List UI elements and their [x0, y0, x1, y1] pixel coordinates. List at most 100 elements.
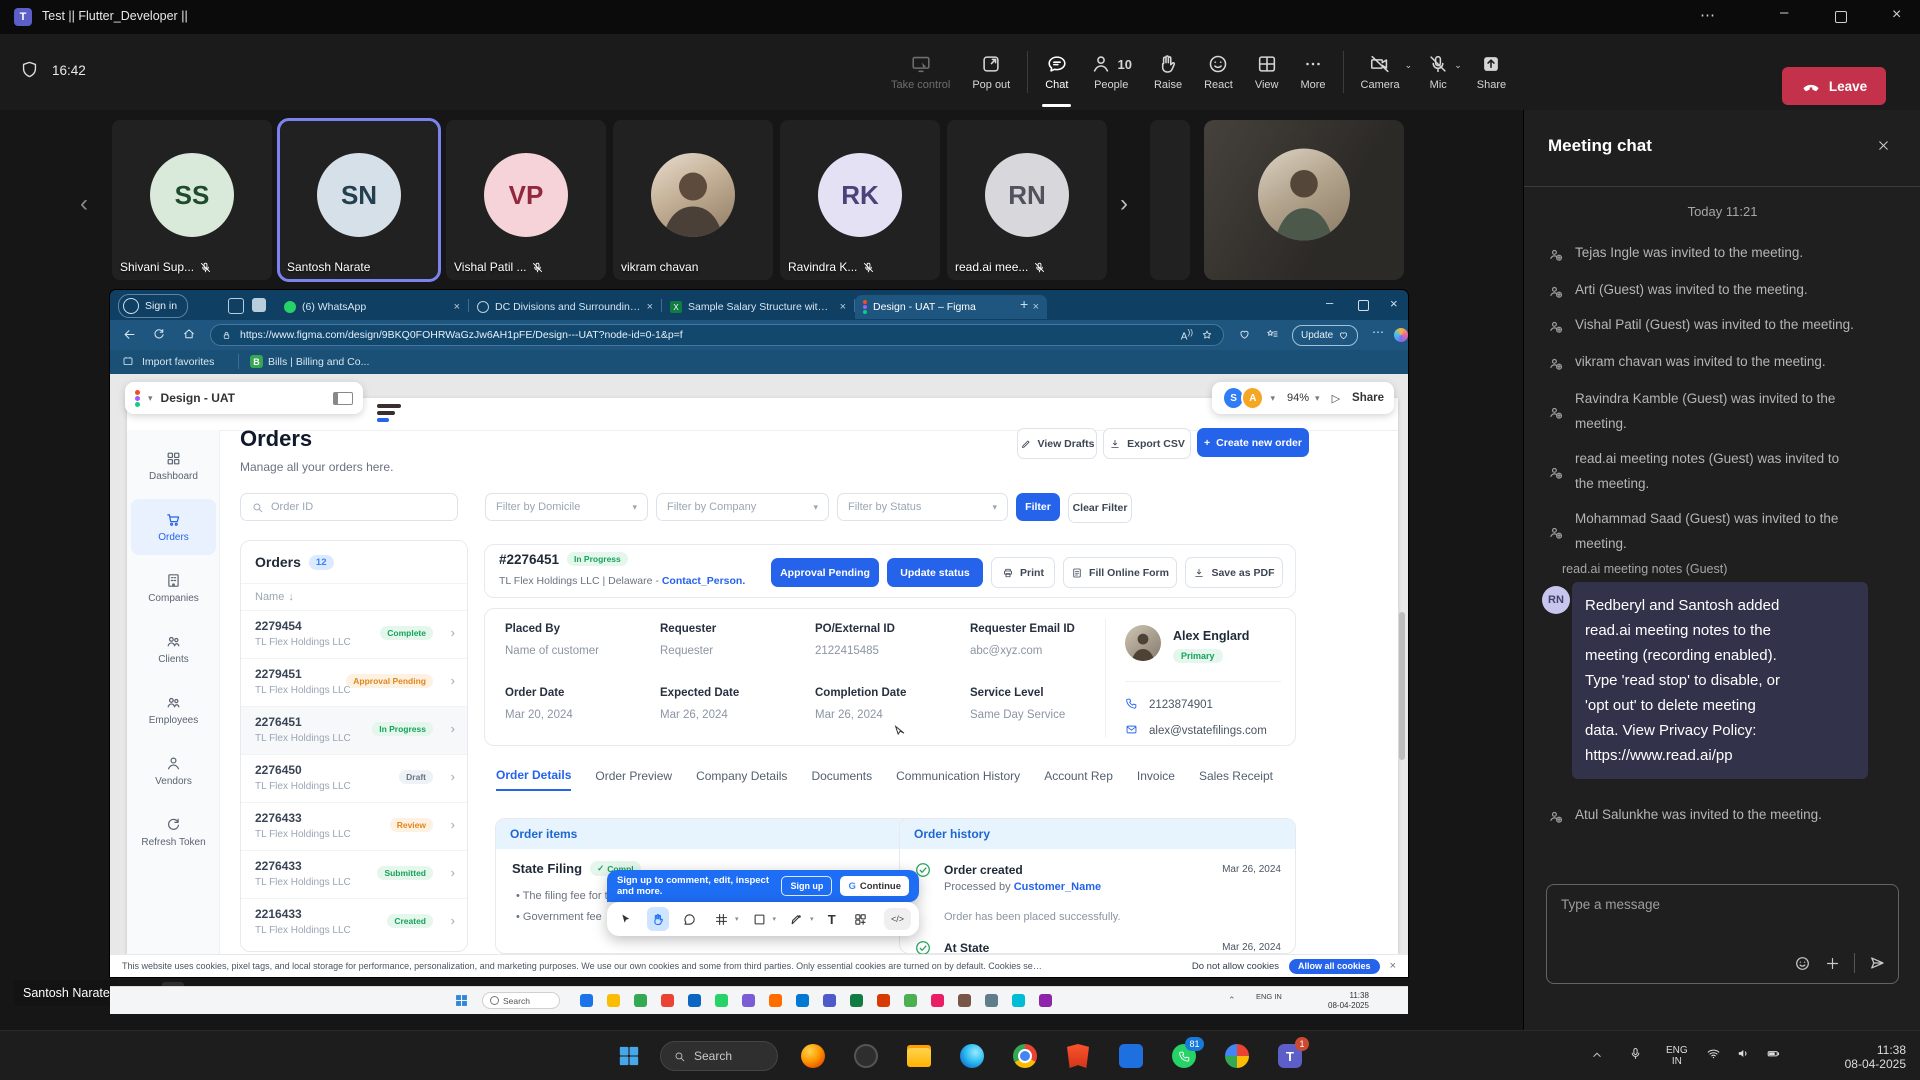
share-button[interactable]: Share [1466, 40, 1517, 104]
hand-tool-icon[interactable] [647, 907, 669, 931]
tab-close-icon[interactable]: × [454, 301, 460, 313]
shared-app-icon-9[interactable] [796, 994, 809, 1007]
order-row-2279454[interactable]: 2279454TL Flex Holdings LLCComplete› [241, 610, 467, 658]
chevron-right-icon[interactable]: › [451, 817, 455, 832]
dev-mode-toggle[interactable]: </> [884, 908, 911, 930]
signup-button[interactable]: Sign up [781, 876, 832, 896]
filter-dropdown-1[interactable]: Filter by Domicile▾ [485, 493, 648, 521]
tab-company-details[interactable]: Company Details [696, 769, 787, 790]
more-button[interactable]: More [1289, 40, 1336, 104]
order-row-2276450[interactable]: 2276450TL Flex Holdings LLCDraft› [241, 754, 467, 802]
chat-close-icon[interactable] [1876, 138, 1891, 153]
filmstrip-scroll-right-icon[interactable]: › [1120, 190, 1128, 218]
chevron-right-icon[interactable]: › [451, 865, 455, 880]
battery-icon[interactable] [1766, 1046, 1781, 1061]
participant-tile-4[interactable]: vikram chavan [613, 120, 773, 280]
present-icon[interactable]: ▷ [1332, 392, 1340, 405]
start-button[interactable] [618, 1045, 640, 1067]
edge-icon[interactable] [959, 1042, 985, 1070]
chevron-right-icon[interactable]: › [451, 721, 455, 736]
chevron-down-icon[interactable]: ▾ [1270, 393, 1275, 404]
browser-tab-1[interactable]: (6) WhatsApp× [276, 295, 468, 319]
order-row-2276433[interactable]: 2276433TL Flex Holdings LLCSubmitted› [241, 850, 467, 898]
sidebar-item-companies[interactable]: Companies [131, 560, 216, 616]
chevron-right-icon[interactable]: › [451, 625, 455, 640]
tab-order-preview[interactable]: Order Preview [595, 769, 672, 790]
browser-close-icon[interactable]: × [1390, 296, 1398, 311]
copilot-icon[interactable] [1394, 328, 1408, 342]
order-row-2279451[interactable]: 2279451TL Flex Holdings LLCApproval Pend… [241, 658, 467, 706]
dark-app-icon[interactable] [853, 1042, 879, 1070]
sidebar-item-orders[interactable]: Orders [131, 499, 216, 555]
firefox-icon[interactable] [800, 1042, 826, 1070]
chevron-right-icon[interactable]: › [451, 769, 455, 784]
export-csv-button[interactable]: Export CSV [1103, 428, 1191, 459]
fill-online-form-button[interactable]: Fill Online Form [1063, 557, 1177, 588]
browser-menu-icon[interactable]: ⋯ [1372, 325, 1385, 339]
teams-icon[interactable]: T1 [1277, 1042, 1303, 1070]
column-header-name[interactable]: Name [255, 591, 284, 603]
tab-account-rep[interactable]: Account Rep [1044, 769, 1113, 790]
window-more-icon[interactable]: ⋯ [1700, 6, 1717, 24]
view-button[interactable]: View [1244, 40, 1290, 104]
participant-tile-5[interactable]: RKRavindra K... [780, 120, 940, 280]
approval-pending-button[interactable]: Approval Pending [771, 558, 879, 587]
favorite-star-icon[interactable] [1201, 329, 1213, 341]
new-tab-icon[interactable]: + [1020, 296, 1028, 312]
shared-app-icon-14[interactable] [931, 994, 944, 1007]
take-control-button[interactable]: Take control [880, 40, 961, 104]
figma-doc-pill[interactable]: ▾ Design - UAT [125, 382, 363, 414]
favorites-icon[interactable] [1266, 328, 1279, 341]
update-button[interactable]: Update [1292, 325, 1358, 346]
blue-app-icon[interactable] [1118, 1042, 1144, 1070]
move-tool-icon[interactable] [615, 907, 637, 931]
chevron-right-icon[interactable]: › [451, 673, 455, 688]
tab-sales-receipt[interactable]: Sales Receipt [1199, 769, 1273, 790]
shared-app-icon-16[interactable] [985, 994, 998, 1007]
participant-tile-2[interactable]: SNSantosh Narate [279, 120, 439, 280]
filter-dropdown-3[interactable]: Filter by Status▾ [837, 493, 1008, 521]
taskbar-search[interactable]: Search [660, 1041, 778, 1071]
tab-close-icon[interactable]: × [647, 301, 653, 313]
save-as-pdf-button[interactable]: Save as PDF [1185, 557, 1283, 588]
shared-clock[interactable]: 11:38 08-04-2025 [1328, 991, 1369, 1011]
brave-icon[interactable] [1065, 1042, 1091, 1070]
window-close-icon[interactable]: × [1892, 6, 1901, 24]
shared-app-icon-1[interactable] [580, 994, 593, 1007]
bookmark-bills[interactable]: Bills | Billing and Co... [268, 356, 369, 368]
bookmark-import[interactable]: Import favorites [142, 356, 214, 368]
chrome-icon[interactable] [1012, 1042, 1038, 1070]
people-button[interactable]: 10People [1079, 40, 1142, 104]
tab-order-details[interactable]: Order Details [496, 768, 571, 791]
tab-close-icon[interactable]: × [840, 301, 846, 313]
contact-phone[interactable]: 2123874901 [1149, 699, 1213, 711]
shared-app-icon-6[interactable] [715, 994, 728, 1007]
tab-invoice[interactable]: Invoice [1137, 769, 1175, 790]
sidebar-item-clients[interactable]: Clients [131, 621, 216, 677]
wifi-icon[interactable] [1706, 1046, 1721, 1061]
update-status-button[interactable]: Update status [887, 558, 983, 587]
shared-app-icon-8[interactable] [769, 994, 782, 1007]
allow-cookies-button[interactable]: Allow all cookies [1289, 959, 1380, 974]
layout-toggle-icon[interactable] [333, 392, 353, 405]
shared-app-icon-17[interactable] [1012, 994, 1025, 1007]
text-tool-icon[interactable]: T [823, 912, 840, 927]
sort-down-icon[interactable]: ↓ [288, 591, 294, 603]
participant-tile-partial[interactable] [1150, 120, 1190, 280]
tab-communication-history[interactable]: Communication History [896, 769, 1020, 790]
tab-close-icon[interactable]: × [1033, 301, 1039, 313]
chevron-down-icon[interactable]: ▾ [772, 915, 776, 923]
react-button[interactable]: React [1193, 40, 1244, 104]
tab-actions-icon[interactable] [228, 298, 244, 314]
contact-person-link[interactable]: Contact_Person. [662, 575, 745, 587]
browser-minimize-icon[interactable]: – [1326, 295, 1333, 310]
shared-start-icon[interactable] [455, 994, 468, 1007]
workspaces-icon[interactable] [252, 298, 266, 312]
cookie-close-icon[interactable]: × [1390, 960, 1396, 972]
shared-app-icon-15[interactable] [958, 994, 971, 1007]
resources-tool-icon[interactable] [850, 907, 872, 931]
shared-app-icon-4[interactable] [661, 994, 674, 1007]
pop-out-button[interactable]: Pop out [961, 40, 1021, 104]
participant-tile-3[interactable]: VPVishal Patil ... [446, 120, 606, 280]
chevron-down-icon[interactable]: ▾ [810, 915, 814, 923]
